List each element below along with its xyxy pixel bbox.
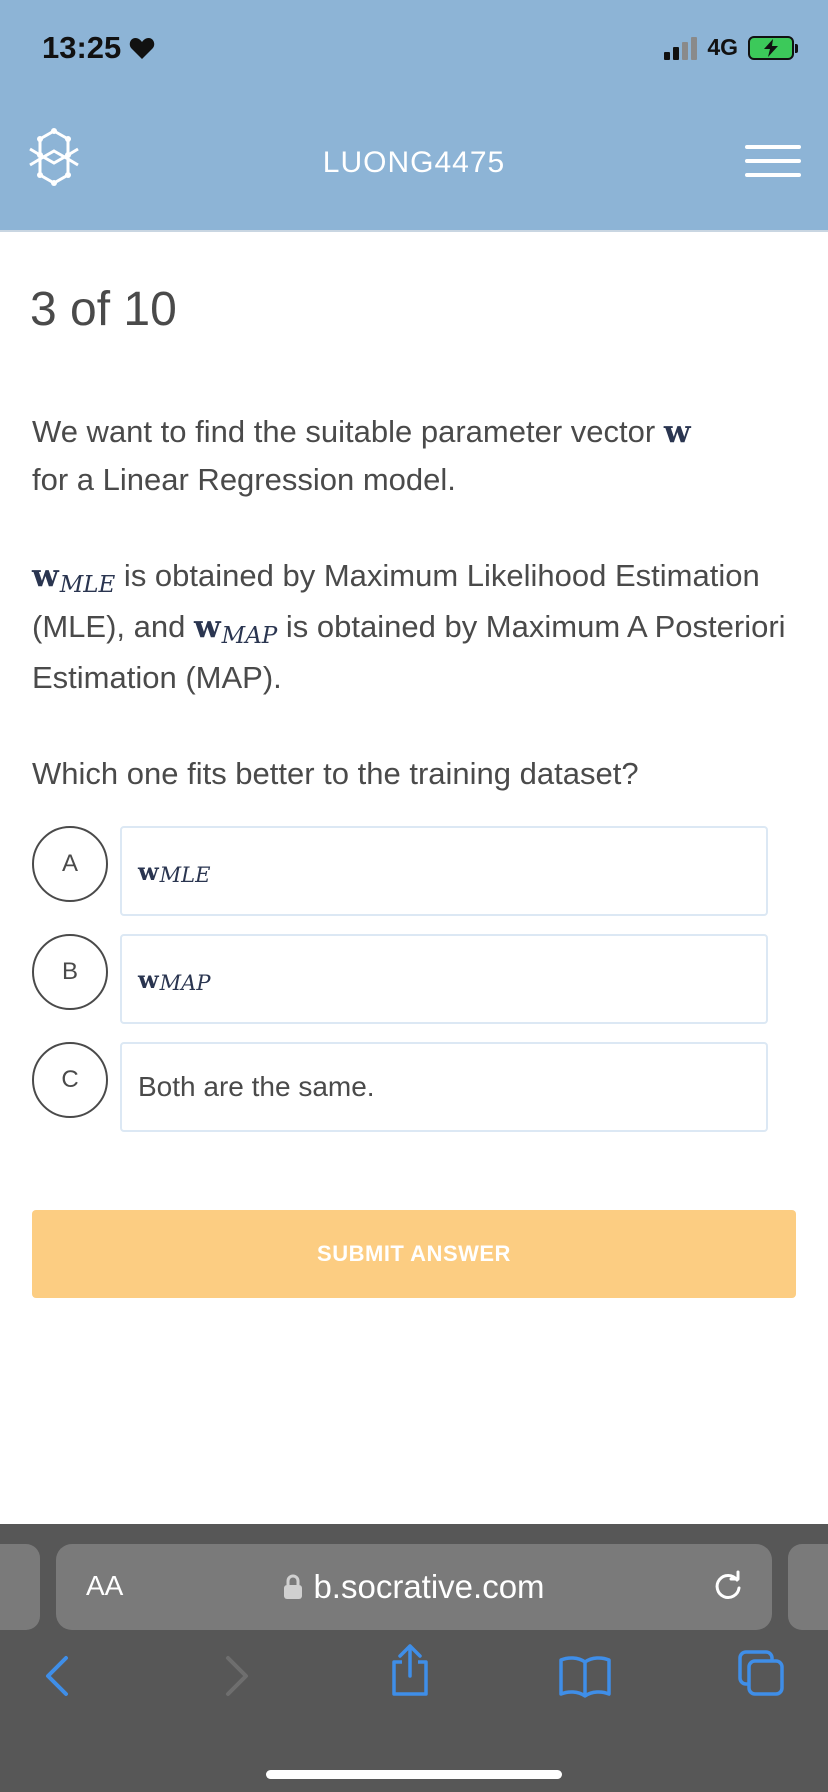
question-progress: 3 of 10 xyxy=(30,283,177,336)
hamburger-menu-button[interactable] xyxy=(745,145,801,181)
option-letter-b[interactable]: B xyxy=(32,934,108,1010)
answer-option-a[interactable]: A wMLE xyxy=(32,826,768,918)
share-icon[interactable] xyxy=(386,1642,434,1698)
option-box-c[interactable]: Both are the same. xyxy=(120,1042,768,1132)
lock-icon xyxy=(284,1574,303,1599)
w-map-symbol: wMAP xyxy=(193,609,278,649)
status-indicators: 4G xyxy=(664,34,798,61)
browser-toolbar: AA b.socrative.com xyxy=(0,1524,828,1792)
option-box-b[interactable]: wMAP xyxy=(120,934,768,1024)
network-type: 4G xyxy=(707,34,738,60)
menu-icon-bar xyxy=(745,159,801,163)
submit-answer-button[interactable]: SUBMIT ANSWER xyxy=(32,1210,796,1298)
back-arrow-icon[interactable] xyxy=(40,1652,74,1700)
address-bar[interactable]: AA b.socrative.com xyxy=(56,1544,772,1630)
answer-option-b[interactable]: B wMAP xyxy=(32,934,768,1026)
tabs-icon[interactable] xyxy=(736,1648,786,1698)
question-paragraph-1: We want to find the suitable parameter v… xyxy=(32,414,691,497)
vector-w: w xyxy=(663,414,691,450)
question-paragraph-2: wMLE is obtained by Maximum Likelihood E… xyxy=(32,558,786,695)
forward-arrow-icon[interactable] xyxy=(220,1652,254,1700)
question-text: We want to find the suitable parameter v… xyxy=(32,408,792,846)
next-tab-preview[interactable] xyxy=(788,1544,828,1630)
room-name: LUONG4475 xyxy=(322,146,506,179)
heart-icon xyxy=(130,38,155,59)
option-box-a[interactable]: wMLE xyxy=(120,826,768,916)
w-mle-symbol: wMLE xyxy=(32,558,116,598)
w-mle-symbol: wMLE xyxy=(138,856,211,887)
answer-option-c[interactable]: C Both are the same. xyxy=(32,1042,768,1134)
url-text[interactable]: b.socrative.com xyxy=(313,1568,544,1606)
w-map-symbol: wMAP xyxy=(138,964,211,995)
menu-icon-bar xyxy=(745,145,801,149)
option-letter-c[interactable]: C xyxy=(32,1042,108,1118)
question-prompt: Which one fits better to the training da… xyxy=(32,756,639,791)
app-header: 13:25 4G LUONG4475 xyxy=(0,0,828,232)
reload-icon[interactable] xyxy=(710,1568,746,1604)
home-indicator xyxy=(266,1770,562,1779)
previous-tab-preview[interactable] xyxy=(0,1544,40,1630)
bookmarks-icon[interactable] xyxy=(558,1654,612,1698)
signal-strength-icon xyxy=(664,36,698,60)
option-letter-a[interactable]: A xyxy=(32,826,108,902)
menu-icon-bar xyxy=(745,173,801,177)
clock-text: 13:25 xyxy=(42,30,122,65)
status-time: 13:25 xyxy=(42,30,155,66)
battery-charging-icon xyxy=(748,35,798,60)
